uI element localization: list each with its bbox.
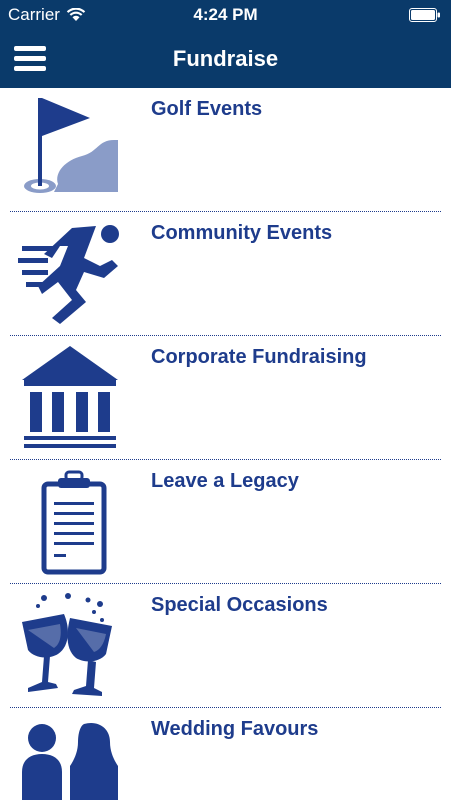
- item-label-wedding-favours: Wedding Favours: [151, 718, 319, 740]
- list-item-special-occasions[interactable]: Special Occasions: [0, 584, 451, 708]
- status-bar: Carrier 4:24 PM: [0, 0, 451, 30]
- status-time: 4:24 PM: [193, 5, 258, 24]
- list-item-leave-a-legacy[interactable]: Leave a Legacy: [0, 460, 451, 584]
- page-title: Fundraise: [172, 46, 279, 71]
- item-label-special-occasions: Special Occasions: [151, 594, 328, 616]
- item-label-leave-a-legacy: Leave a Legacy: [151, 470, 299, 492]
- list-item-golf-events[interactable]: Golf Events: [0, 88, 451, 212]
- item-label-corporate-fundraising: Corporate Fundraising: [151, 346, 367, 368]
- wine-glasses-icon: [22, 593, 112, 696]
- item-label-community-events: Community Events: [151, 222, 333, 244]
- runner-icon: [18, 225, 119, 324]
- list-item-wedding-favours[interactable]: Wedding Favours: [0, 708, 451, 800]
- battery-icon: [409, 8, 440, 22]
- list-item-community-events[interactable]: Community Events: [0, 212, 451, 336]
- list-item-corporate-fundraising[interactable]: Corporate Fundraising: [0, 336, 451, 460]
- app-screen: Carrier 4:24 PM Fundraise Golf Events Co…: [0, 0, 451, 800]
- nav-bar: Fundraise: [0, 30, 451, 88]
- item-label-golf-events: Golf Events: [151, 98, 263, 120]
- golf-flag-icon: [24, 98, 118, 193]
- clipboard-icon: [41, 470, 107, 575]
- fundraise-list: Golf Events Community Events Corporate F…: [0, 88, 451, 800]
- bank-building-icon: [22, 346, 118, 448]
- couple-icon: [22, 723, 118, 800]
